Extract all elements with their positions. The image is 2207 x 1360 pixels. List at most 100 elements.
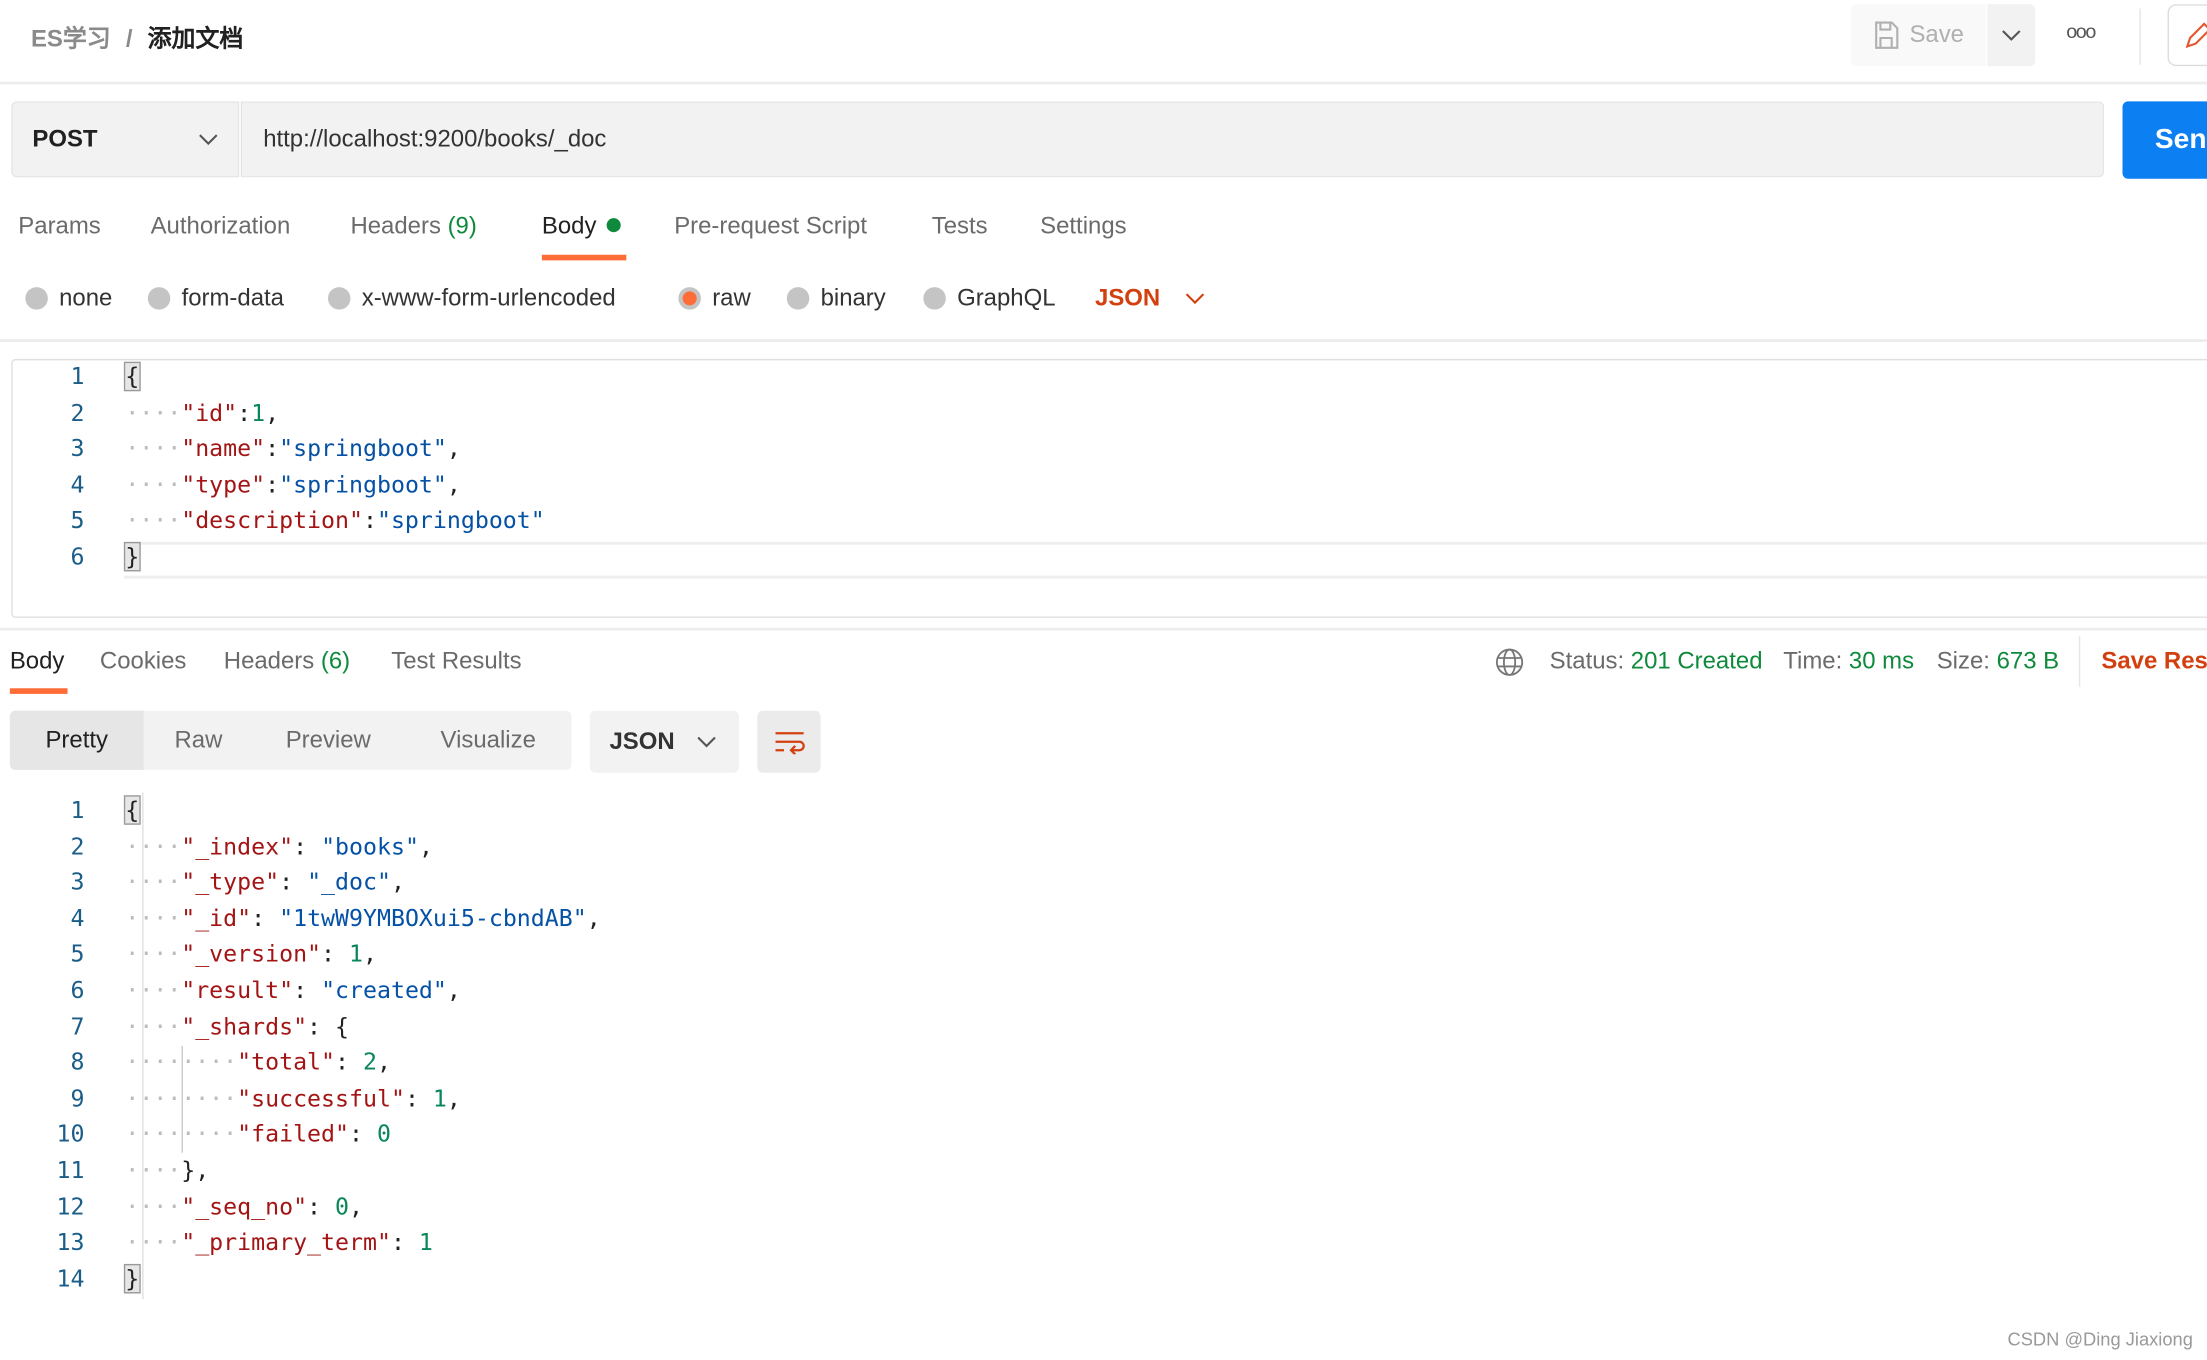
code-token: : <box>293 976 322 1004</box>
radio-raw[interactable]: raw <box>678 284 751 312</box>
code-line: ····"name":"springboot", <box>125 435 461 462</box>
code-line: { <box>123 361 141 392</box>
edit-button[interactable] <box>2167 4 2207 67</box>
save-button[interactable]: Save <box>1850 4 1986 67</box>
url-input[interactable]: http://localhost:9200/books/_doc <box>240 101 2105 178</box>
line-number: 13 <box>56 1229 85 1256</box>
code-token: : <box>321 940 350 968</box>
save-icon <box>1874 21 1898 49</box>
code-token: : <box>404 1084 433 1112</box>
breadcrumb-current[interactable]: 添加文档 <box>148 25 244 52</box>
line-number: 3 <box>70 435 85 462</box>
response-size: Size: 673 B <box>1937 647 2059 675</box>
code-token: ···· <box>125 976 182 1004</box>
save-response-button[interactable]: Save Response <box>2101 647 2207 675</box>
response-format-select[interactable]: JSON <box>589 710 739 773</box>
tab-settings[interactable]: Settings <box>1040 213 1126 241</box>
globe-icon[interactable] <box>1495 647 1525 677</box>
radio-none[interactable]: none <box>25 284 112 312</box>
time-label: Time: <box>1783 647 1843 675</box>
code-line: ····}, <box>125 1157 209 1184</box>
radio-circle[interactable] <box>678 287 701 310</box>
tab-params[interactable]: Params <box>18 213 100 241</box>
code-token: 0 <box>335 1192 350 1220</box>
view-pretty[interactable]: Pretty <box>9 710 144 770</box>
response-tab-body[interactable]: Body <box>10 647 65 675</box>
code-line: ····"_index": "books", <box>125 833 433 860</box>
status-value[interactable]: 201 Created <box>1631 647 1763 674</box>
line-number: 4 <box>70 904 85 932</box>
code-token: , <box>376 1048 391 1076</box>
tab-label: Headers <box>350 212 441 240</box>
code-token: : <box>279 868 308 896</box>
code-token: 1 <box>432 1084 447 1112</box>
code-token: "description" <box>181 507 363 534</box>
response-format-value: JSON <box>609 727 675 755</box>
chevron-down-icon <box>2002 30 2021 41</box>
breadcrumb-separator: / <box>125 25 133 53</box>
code-token: ········ <box>125 1048 238 1076</box>
radio-circle[interactable] <box>923 287 946 310</box>
code-line: ····"_version": 1, <box>125 941 377 968</box>
radio-circle[interactable] <box>327 287 351 310</box>
body-indicator-dot <box>606 218 621 233</box>
radio-x-www-form-urlencoded[interactable]: x-www-form-urlencoded <box>327 284 616 312</box>
response-tab-headers[interactable]: Headers (6) <box>224 647 350 675</box>
response-tab-test-results[interactable]: Test Results <box>391 647 521 675</box>
breadcrumb-parent[interactable]: ES学习 <box>31 25 111 52</box>
code-token: "_shards" <box>181 1012 308 1040</box>
code-token: , <box>446 1084 461 1112</box>
code-token: : <box>390 1229 419 1256</box>
radio-circle[interactable] <box>147 287 171 310</box>
code-line: ····"description":"springboot" <box>125 507 545 534</box>
code-token: "_type" <box>181 868 280 896</box>
tab-headers[interactable]: Headers (9) <box>350 213 476 241</box>
tab-body[interactable]: Body <box>542 213 621 241</box>
code-token: "_seq_no" <box>181 1192 308 1220</box>
code-token: ···· <box>125 399 182 426</box>
save-dropdown-button[interactable] <box>1987 4 2036 67</box>
body-format-select[interactable]: JSON <box>1095 284 1205 312</box>
code-token: 1 <box>418 1229 433 1256</box>
code-line: ····"id":1, <box>125 399 279 426</box>
code-token: "result" <box>181 976 294 1004</box>
code-line: ········"total": 2, <box>125 1049 391 1076</box>
radio-form-data[interactable]: form-data <box>147 284 284 312</box>
code-token: , <box>446 976 461 1004</box>
radio-graphql[interactable]: GraphQL <box>923 284 1056 312</box>
send-button[interactable]: Send <box>2122 101 2207 179</box>
wrap-lines-button[interactable] <box>757 710 821 773</box>
code-token: : <box>237 399 252 426</box>
more-options-icon[interactable]: ooo <box>2066 20 2096 43</box>
code-line: ····"_type": "_doc", <box>125 869 405 896</box>
pencil-icon <box>2185 22 2207 49</box>
radio-circle[interactable] <box>25 287 48 310</box>
tab-tests[interactable]: Tests <box>932 213 988 241</box>
code-token: , <box>586 904 601 932</box>
view-raw[interactable]: Raw <box>175 711 223 770</box>
radio-circle[interactable] <box>786 287 810 310</box>
response-tab-cookies[interactable]: Cookies <box>100 647 186 675</box>
line-number: 10 <box>56 1120 85 1148</box>
view-visualize[interactable]: Visualize <box>441 711 536 770</box>
divider <box>0 339 2207 343</box>
radio-binary[interactable]: binary <box>786 284 886 312</box>
radio-label: GraphQL <box>957 284 1056 312</box>
tab-authorization[interactable]: Authorization <box>151 213 291 241</box>
view-preview[interactable]: Preview <box>286 711 371 770</box>
line-number: 7 <box>70 1012 85 1040</box>
code-line: ····"_id": "1twW9YMBOXui5-cbndAB", <box>125 905 600 932</box>
size-value[interactable]: 673 B <box>1997 647 2060 674</box>
time-value[interactable]: 30 ms <box>1849 647 1914 674</box>
code-token: ···· <box>125 435 182 462</box>
response-time: Time: 30 ms <box>1783 647 1914 675</box>
code-token: : <box>335 1048 364 1076</box>
method-select[interactable]: POST <box>11 101 240 178</box>
tab-pre-request-script[interactable]: Pre-request Script <box>674 213 867 241</box>
code-token: "type" <box>181 471 266 498</box>
code-token: "_id" <box>181 904 252 932</box>
divider <box>0 81 2207 85</box>
code-token: ···· <box>125 1012 182 1040</box>
code-token: , <box>446 435 461 462</box>
wrap-icon <box>774 732 805 755</box>
